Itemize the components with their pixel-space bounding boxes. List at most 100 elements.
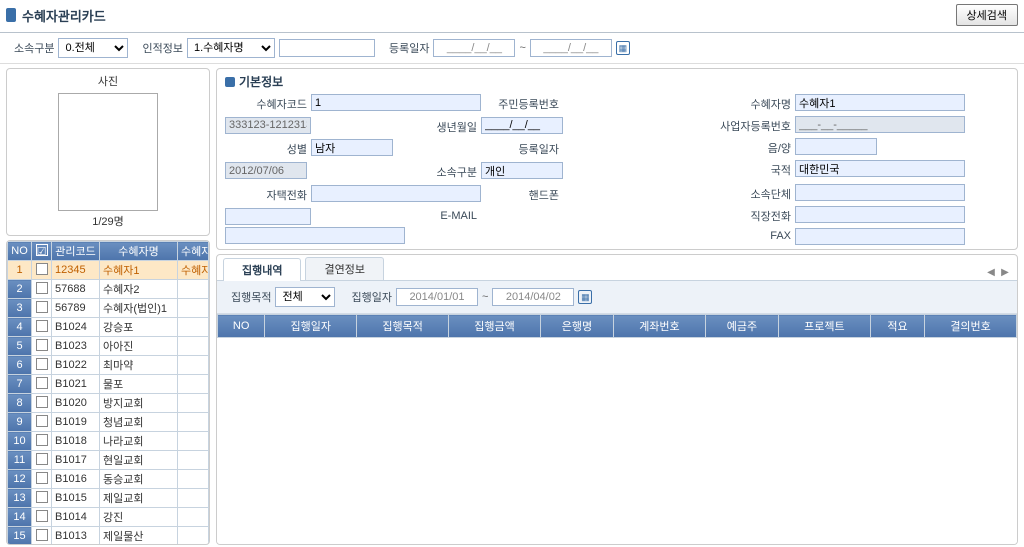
row-code: 57688: [52, 280, 100, 299]
regdate-from-input[interactable]: [433, 39, 515, 57]
photo-box: [58, 93, 158, 211]
personal-info-select[interactable]: 1.수혜자명: [187, 38, 275, 58]
detail-col[interactable]: 결의번호: [925, 315, 1017, 338]
col-code[interactable]: 관리코드: [52, 242, 100, 261]
detail-col[interactable]: 집행일자: [265, 315, 357, 338]
row-checkbox[interactable]: [32, 318, 52, 337]
table-row[interactable]: 13B1015제일교회: [8, 489, 209, 508]
row-checkbox[interactable]: [32, 261, 52, 280]
code-field[interactable]: [311, 94, 481, 111]
col-checkbox[interactable]: ☑: [32, 242, 52, 261]
homep-field[interactable]: [311, 185, 481, 202]
nation-field[interactable]: [795, 160, 965, 177]
row-checkbox[interactable]: [32, 489, 52, 508]
tilde: ~: [519, 42, 525, 54]
table-row[interactable]: 112345수혜자1수혜자: [8, 261, 209, 280]
row-code: B1014: [52, 508, 100, 527]
row-checkbox[interactable]: [32, 394, 52, 413]
row-name: 수혜자2: [100, 280, 178, 299]
basic-info-panel: 기본정보 수혜자코드 주민등록번호 생년월일 성별 등록일자 소속구분: [216, 68, 1018, 250]
row-checkbox[interactable]: [32, 356, 52, 375]
row-no: 2: [8, 280, 32, 299]
table-row[interactable]: 4B1024강승포: [8, 318, 209, 337]
tab-nav-prev-icon[interactable]: ◀: [985, 267, 997, 278]
exec-date-to[interactable]: [492, 288, 574, 306]
grp-field[interactable]: [481, 162, 563, 179]
detail-col[interactable]: 은행명: [540, 315, 613, 338]
table-row[interactable]: 7B1021물포: [8, 375, 209, 394]
calendar-icon[interactable]: ▦: [616, 41, 630, 55]
detail-col[interactable]: 계좌번호: [614, 315, 706, 338]
table-row[interactable]: 12B1016동승교회: [8, 470, 209, 489]
row-checkbox[interactable]: [32, 508, 52, 527]
row-checkbox[interactable]: [32, 337, 52, 356]
photo-panel: 사진 1/29명: [6, 68, 210, 236]
row-checkbox[interactable]: [32, 280, 52, 299]
gender-field[interactable]: [311, 139, 393, 156]
row-checkbox[interactable]: [32, 375, 52, 394]
tab-sponsorship-info[interactable]: 결연정보: [305, 257, 383, 280]
detail-col[interactable]: 적요: [870, 315, 924, 338]
row-no: 4: [8, 318, 32, 337]
detail-col[interactable]: 집행목적: [357, 315, 449, 338]
row-name: 물포: [100, 375, 178, 394]
detail-col[interactable]: 집행금액: [449, 315, 541, 338]
table-row[interactable]: 5B1023아아진: [8, 337, 209, 356]
group-select[interactable]: 0.전체: [58, 38, 128, 58]
row-code: B1017: [52, 451, 100, 470]
mobile-field[interactable]: [225, 208, 311, 225]
table-row[interactable]: 10B1018나라교회: [8, 432, 209, 451]
advanced-search-button[interactable]: 상세검색: [956, 4, 1018, 26]
row-checkbox[interactable]: [32, 432, 52, 451]
fax-field[interactable]: [795, 228, 965, 245]
row-extra: [178, 394, 209, 413]
table-row[interactable]: 15B1013제일물산: [8, 527, 209, 546]
detail-col[interactable]: NO: [218, 315, 265, 338]
detail-col[interactable]: 프로젝트: [778, 315, 870, 338]
exec-purpose-select[interactable]: 전체: [275, 287, 335, 307]
row-code: 12345: [52, 261, 100, 280]
table-row[interactable]: 11B1017현일교회: [8, 451, 209, 470]
row-name: 강진: [100, 508, 178, 527]
col-name[interactable]: 수혜자명: [100, 242, 178, 261]
workp-field[interactable]: [795, 206, 965, 223]
detail-col[interactable]: 예금주: [705, 315, 778, 338]
name-field[interactable]: [795, 94, 965, 111]
email-field[interactable]: [225, 227, 405, 244]
row-extra: [178, 299, 209, 318]
row-extra: [178, 413, 209, 432]
row-code: B1015: [52, 489, 100, 508]
regdate-to-input[interactable]: [530, 39, 612, 57]
calendar-icon-2[interactable]: ▦: [578, 290, 592, 304]
org-field[interactable]: [795, 184, 965, 201]
row-checkbox[interactable]: [32, 451, 52, 470]
exec-date-from[interactable]: [396, 288, 478, 306]
col-extra[interactable]: 수혜자: [178, 242, 209, 261]
tab-nav-next-icon[interactable]: ▶: [999, 267, 1011, 278]
table-row[interactable]: 6B1022최마약: [8, 356, 209, 375]
lunar-field[interactable]: [795, 138, 877, 155]
regdate-field[interactable]: [225, 162, 307, 179]
lunar-label: 음/양: [703, 138, 795, 158]
row-checkbox[interactable]: [32, 413, 52, 432]
table-row[interactable]: 8B1020방지교회: [8, 394, 209, 413]
tab-execution-history[interactable]: 집행내역: [223, 258, 301, 281]
table-row[interactable]: 356789수혜자(법인)1: [8, 299, 209, 318]
row-checkbox[interactable]: [32, 527, 52, 546]
rrn-field[interactable]: [225, 117, 311, 134]
row-no: 8: [8, 394, 32, 413]
row-checkbox[interactable]: [32, 299, 52, 318]
row-code: B1013: [52, 527, 100, 546]
birth-label: 생년월일: [311, 117, 481, 138]
search-text-input[interactable]: [279, 39, 375, 57]
row-name: 수혜자1: [100, 261, 178, 280]
row-name: 강승포: [100, 318, 178, 337]
table-row[interactable]: 14B1014강진: [8, 508, 209, 527]
table-row[interactable]: 2 57688수혜자2: [8, 280, 209, 299]
brn-label: 사업자등록번호: [703, 116, 795, 136]
table-row[interactable]: 9B1019청념교회: [8, 413, 209, 432]
row-checkbox[interactable]: [32, 470, 52, 489]
birth-field[interactable]: [481, 117, 563, 134]
brn-field[interactable]: [795, 116, 965, 133]
page-title: 수혜자관리카드: [22, 6, 106, 25]
